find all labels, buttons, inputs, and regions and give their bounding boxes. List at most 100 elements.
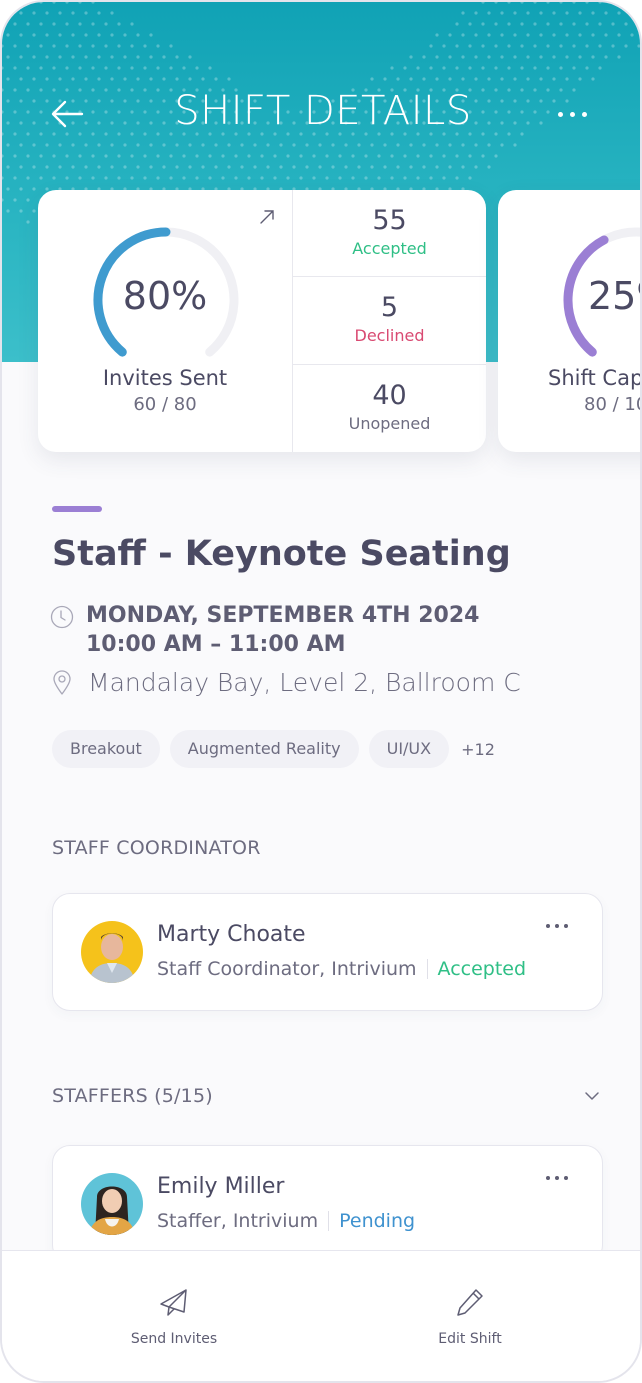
staffer-more-button[interactable]	[546, 1176, 576, 1186]
pattern-dot	[175, 143, 179, 147]
pattern-dot	[422, 55, 426, 59]
pattern-dot	[123, 165, 127, 169]
pattern-dot	[52, 22, 56, 26]
pattern-dot	[474, 165, 478, 169]
pattern-dot	[2, 22, 4, 26]
pattern-dot	[461, 165, 465, 169]
staffer-card[interactable]: Emily Miller Staffer, Intrivium Pending	[52, 1145, 603, 1263]
pattern-dot	[234, 154, 238, 158]
tag-chip[interactable]: Augmented Reality	[169, 730, 359, 768]
pattern-dot	[130, 22, 134, 26]
section-label-staffers: STAFFERS (5/15)	[52, 1085, 213, 1107]
invites-breakdown: 55 Accepted 5 Declined 40 Unopened	[292, 190, 486, 452]
pattern-dot	[97, 55, 101, 59]
pattern-dot	[312, 154, 316, 158]
more-tags-count[interactable]: +12	[459, 740, 495, 759]
pattern-dot	[468, 154, 472, 158]
location-pin-icon	[53, 670, 71, 695]
pattern-dot	[97, 143, 101, 147]
pattern-dot	[58, 33, 62, 37]
capacity-stat-card[interactable]: 25% Shift Capacity 80 / 100	[498, 190, 640, 452]
pattern-dot	[286, 154, 290, 158]
pattern-dot	[474, 33, 478, 37]
pattern-dot	[390, 154, 394, 158]
pattern-dot	[409, 165, 413, 169]
send-invites-button[interactable]: Send Invites	[74, 1251, 274, 1381]
pattern-dot	[279, 143, 283, 147]
pattern-dot	[104, 44, 108, 48]
coordinator-more-button[interactable]	[546, 924, 576, 934]
pattern-dot	[331, 165, 335, 169]
pattern-dot	[78, 44, 82, 48]
pattern-dot	[130, 44, 134, 48]
more-options-button[interactable]	[552, 102, 592, 126]
pattern-dot	[19, 11, 23, 15]
pattern-dot	[149, 143, 153, 147]
arrow-up-right-icon[interactable]	[258, 208, 276, 226]
pattern-dot	[13, 198, 17, 202]
breakdown-declined[interactable]: 5 Declined	[293, 277, 486, 365]
pattern-dot	[513, 55, 517, 59]
pattern-dot	[84, 55, 88, 59]
pattern-dot	[71, 77, 75, 81]
pattern-dot	[448, 165, 452, 169]
pattern-dot	[130, 154, 134, 158]
pattern-dot	[78, 22, 82, 26]
breakdown-unopened[interactable]: 40 Unopened	[293, 365, 486, 452]
pattern-dot	[351, 176, 355, 180]
pattern-dot	[6, 77, 10, 81]
staffer-name: Emily Miller	[157, 1174, 285, 1199]
tag-chip[interactable]: Breakout	[52, 730, 160, 768]
pattern-dot	[71, 143, 75, 147]
pattern-dot	[32, 143, 36, 147]
pattern-dot	[104, 22, 108, 26]
pattern-dot	[169, 176, 173, 180]
pattern-dot	[474, 11, 478, 15]
pattern-dot	[533, 66, 537, 70]
invites-label: Invites Sent	[102, 366, 228, 390]
pattern-dot	[442, 66, 446, 70]
pattern-dot	[19, 209, 23, 213]
pencil-icon	[457, 1289, 483, 1316]
stats-carousel[interactable]: 80% Invites Sent 60 / 80 55 Accepted 5 D…	[38, 190, 640, 452]
pattern-dot	[97, 33, 101, 37]
pattern-dot	[539, 33, 543, 37]
pattern-dot	[13, 22, 17, 26]
edit-shift-label: Edit Shift	[438, 1331, 502, 1347]
coordinator-card[interactable]: Marty Choate Staff Coordinator, Intriviu…	[52, 893, 603, 1011]
tag-chip[interactable]: UI/UX	[368, 730, 450, 768]
pattern-dot	[481, 66, 485, 70]
pattern-dot	[435, 33, 439, 37]
meta-separator	[426, 959, 428, 979]
breakdown-accepted[interactable]: 55 Accepted	[293, 190, 486, 278]
invites-stat-card[interactable]: 80% Invites Sent 60 / 80 55 Accepted 5 D…	[38, 190, 486, 452]
pattern-dot	[260, 154, 264, 158]
pattern-dot	[305, 143, 309, 147]
pattern-dot	[143, 176, 147, 180]
pattern-dot	[71, 11, 75, 15]
pattern-dot	[435, 77, 439, 81]
pattern-dot	[6, 143, 10, 147]
pattern-dot	[292, 165, 296, 169]
pattern-dot	[227, 77, 231, 81]
pattern-dot	[91, 2, 95, 4]
pattern-dot	[123, 77, 127, 81]
more-horizontal-icon-dot	[564, 924, 568, 928]
pattern-dot	[78, 154, 82, 158]
status-badge: Accepted	[437, 958, 527, 980]
pattern-dot	[429, 154, 433, 158]
pattern-dot	[559, 22, 563, 26]
pattern-dot	[84, 143, 88, 147]
pattern-dot	[500, 55, 504, 59]
pattern-dot	[26, 198, 30, 202]
pattern-dot	[227, 143, 231, 147]
chevron-down-icon[interactable]	[582, 1086, 602, 1106]
pattern-dot	[6, 11, 10, 15]
pattern-dot	[208, 176, 212, 180]
pattern-dot	[455, 154, 459, 158]
status-badge: Pending	[339, 1210, 416, 1232]
pattern-dot	[468, 66, 472, 70]
edit-shift-button[interactable]: Edit Shift	[370, 1251, 570, 1381]
pattern-dot	[513, 11, 517, 15]
pattern-dot	[52, 66, 56, 70]
